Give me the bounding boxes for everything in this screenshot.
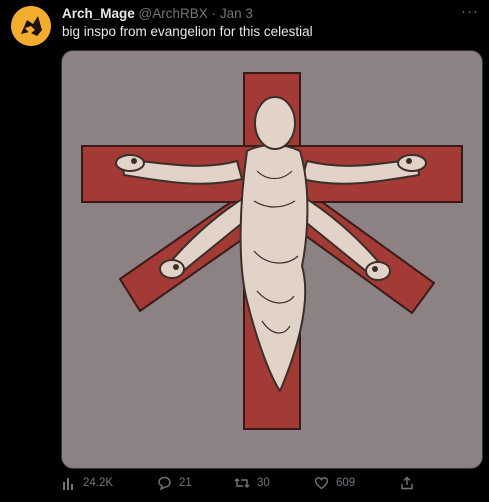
tweet-media-image[interactable] xyxy=(61,50,483,469)
views-button[interactable]: 24.2K xyxy=(62,476,113,490)
tweet-header: Arch_Mage @ArchRBX · Jan 3 xyxy=(62,6,253,22)
tweet-text: big inspo from evangelion for this celes… xyxy=(62,24,313,39)
author-handle[interactable]: @ArchRBX xyxy=(139,6,208,21)
like-count: 609 xyxy=(336,477,356,489)
like-button[interactable]: 609 xyxy=(314,476,355,490)
celestial-illustration xyxy=(62,51,482,468)
share-button[interactable] xyxy=(400,476,421,490)
reply-button[interactable]: 21 xyxy=(157,476,192,490)
heart-icon xyxy=(314,477,329,490)
share-arrow-icon xyxy=(401,476,413,490)
reply-count: 21 xyxy=(179,477,192,489)
speech-bubble-icon xyxy=(158,476,171,490)
more-options-button[interactable]: ··· xyxy=(461,3,479,20)
bar-chart-icon xyxy=(63,478,73,490)
avatar[interactable] xyxy=(11,6,51,46)
views-count: 24.2K xyxy=(83,477,114,489)
tweet[interactable]: Arch_Mage @ArchRBX · Jan 3 ··· big inspo… xyxy=(0,0,489,502)
avatar-image xyxy=(11,6,51,46)
retweet-button[interactable]: 30 xyxy=(234,476,270,490)
tweet-date[interactable]: Jan 3 xyxy=(220,6,253,21)
ellipsis-icon: ··· xyxy=(461,3,479,20)
author-name[interactable]: Arch_Mage xyxy=(62,6,135,21)
retweet-arrows-icon xyxy=(234,478,250,488)
separator-dot: · xyxy=(211,6,217,21)
action-bar: 24.2K 21 30 609 xyxy=(0,476,489,500)
retweet-count: 30 xyxy=(257,477,270,489)
